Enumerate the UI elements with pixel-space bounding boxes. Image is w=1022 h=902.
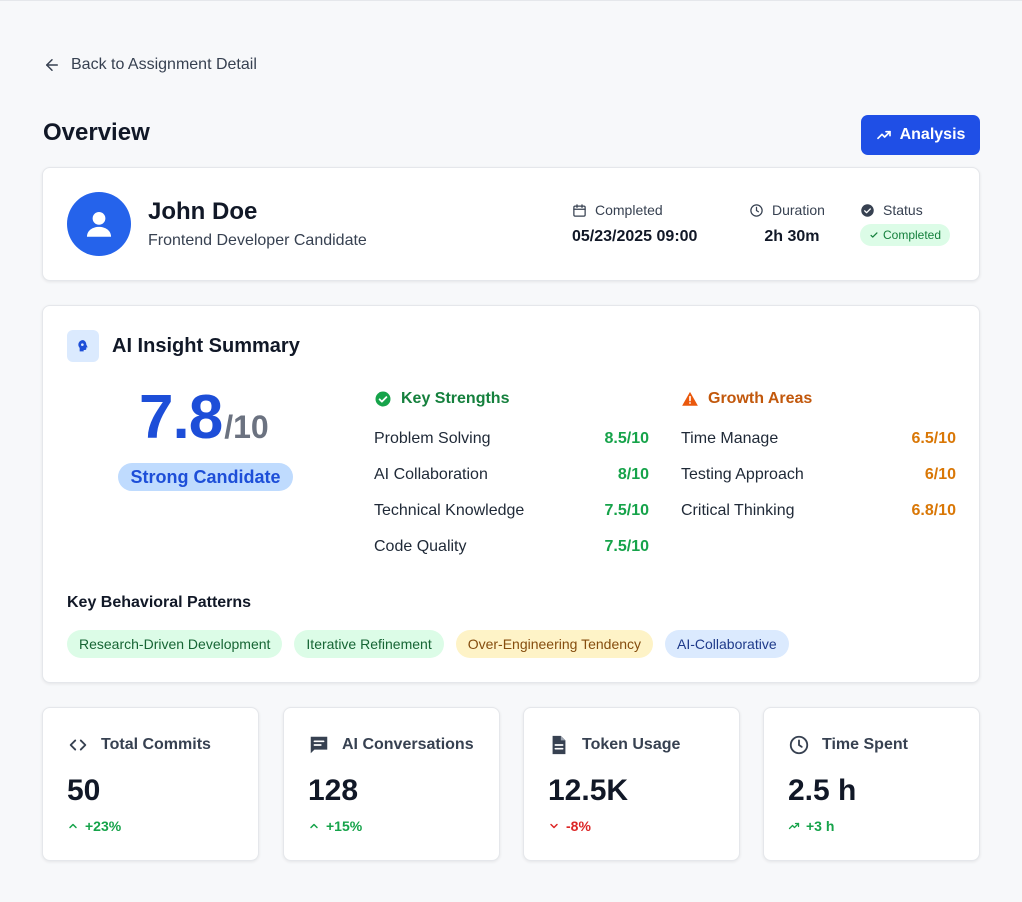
strength-row: AI Collaboration 8/10 [374, 457, 649, 493]
strength-value: 7.5/10 [604, 538, 649, 555]
duration-label: Duration [772, 202, 825, 218]
strength-value: 7.5/10 [604, 502, 649, 519]
growth-row: Time Manage 6.5/10 [681, 421, 956, 457]
strengths-title: Key Strengths [401, 390, 510, 407]
stat-card-conversations: AI Conversations 128 +15% [283, 707, 500, 861]
completed-value: 05/23/2025 09:00 [572, 228, 698, 245]
stat-delta-label: +23% [85, 818, 122, 834]
trending-up-icon [788, 822, 800, 830]
stat-delta: -8% [548, 818, 591, 834]
stat-card-time: Time Spent 2.5 h +3 h [763, 707, 980, 861]
overall-score: 7.8 /10 [139, 382, 269, 453]
candidate-card: John Doe Frontend Developer Candidate Co… [42, 167, 980, 281]
growth-value: 6.5/10 [911, 430, 956, 447]
warning-icon [682, 391, 698, 406]
code-icon [69, 739, 87, 751]
score-max: /10 [224, 409, 269, 445]
pattern-chip: Over-Engineering Tendency [455, 630, 654, 658]
pattern-chips: Research-Driven Development Iterative Re… [67, 630, 789, 658]
completed-meta: Completed 05/23/2025 09:00 [572, 202, 697, 246]
key-strengths: Key Strengths Problem Solving 8.5/10 AI C… [374, 388, 649, 565]
strength-label: Problem Solving [374, 430, 491, 447]
score-value: 7.8 [139, 383, 223, 452]
check-circle-icon [861, 203, 874, 217]
growth-title: Growth Areas [708, 390, 813, 407]
page-title: Overview [43, 119, 150, 146]
patterns-title: Key Behavioral Patterns [67, 594, 252, 611]
growth-row: Testing Approach 6/10 [681, 457, 956, 493]
avatar [67, 192, 131, 256]
status-badge: Completed [860, 224, 951, 246]
stat-card-tokens: Token Usage 12.5K -8% [523, 707, 740, 861]
pattern-chip: Iterative Refinement [294, 630, 444, 658]
stat-label: Total Commits [101, 736, 211, 753]
strength-value: 8/10 [617, 466, 649, 483]
stat-value: 2.5 h [788, 774, 857, 807]
strength-row: Technical Knowledge 7.5/10 [374, 493, 649, 529]
strength-label: Technical Knowledge [374, 502, 525, 519]
stat-label: AI Conversations [342, 736, 474, 753]
analysis-button-label: Analysis [899, 126, 966, 143]
ai-insight-card: AI Insight Summary 7.8 /10 Strong Candid… [42, 305, 980, 683]
stat-delta: +15% [308, 818, 362, 834]
chevron-up-icon [69, 823, 77, 829]
clock-icon [789, 735, 809, 755]
growth-label: Time Manage [681, 430, 779, 447]
stat-label: Token Usage [582, 736, 681, 753]
arrow-left-icon [46, 59, 58, 71]
stat-delta: +23% [67, 818, 121, 834]
back-link[interactable]: Back to Assignment Detail [43, 56, 257, 74]
chevron-up-icon [310, 823, 318, 829]
growth-row: Critical Thinking 6.8/10 [681, 493, 956, 529]
chat-icon [310, 736, 328, 754]
pattern-chip: AI-Collaborative [665, 630, 789, 658]
calendar-icon [573, 203, 586, 217]
user-icon [86, 211, 112, 237]
check-icon [870, 232, 878, 238]
strength-row: Problem Solving 8.5/10 [374, 421, 649, 457]
growth-value: 6/10 [924, 466, 956, 483]
clock-icon [750, 203, 763, 217]
strength-value: 8.5/10 [604, 430, 649, 447]
completed-label: Completed [595, 202, 663, 218]
back-link-label: Back to Assignment Detail [71, 56, 257, 73]
document-icon [552, 735, 566, 755]
status-meta: Status Completed [860, 202, 951, 246]
strength-label: Code Quality [374, 538, 467, 555]
check-circle-icon [375, 391, 391, 407]
stat-card-commits: Total Commits 50 +23% [42, 707, 259, 861]
stat-delta: +3 h [788, 818, 834, 834]
pattern-chip: Research-Driven Development [67, 630, 283, 658]
stat-label: Time Spent [822, 736, 908, 753]
verdict-badge: Strong Candidate [118, 463, 293, 491]
stat-value: 128 [308, 774, 359, 807]
stat-delta-label: +3 h [806, 818, 835, 834]
stat-delta-label: -8% [566, 818, 591, 834]
stat-value: 50 [67, 774, 101, 807]
status-badge-label: Completed [883, 228, 942, 242]
growth-label: Critical Thinking [681, 502, 795, 519]
strength-row: Code Quality 7.5/10 [374, 529, 649, 565]
brain-icon [67, 330, 99, 362]
insight-title: AI Insight Summary [112, 334, 300, 357]
duration-value: 2h 30m [764, 228, 820, 245]
growth-value: 6.8/10 [911, 502, 956, 519]
strength-label: AI Collaboration [374, 466, 488, 483]
status-label: Status [883, 202, 923, 218]
growth-label: Testing Approach [681, 466, 804, 483]
chevron-down-icon [550, 823, 558, 829]
growth-areas: Growth Areas Time Manage 6.5/10 Testing A… [681, 388, 956, 529]
analysis-button[interactable]: Analysis [861, 115, 980, 155]
stat-value: 12.5K [548, 774, 629, 807]
trending-up-icon [876, 130, 891, 140]
duration-meta: Duration 2h 30m [749, 202, 825, 246]
candidate-name: John Doe [148, 198, 258, 225]
stat-delta-label: +15% [326, 818, 363, 834]
candidate-role: Frontend Developer Candidate [148, 232, 367, 249]
